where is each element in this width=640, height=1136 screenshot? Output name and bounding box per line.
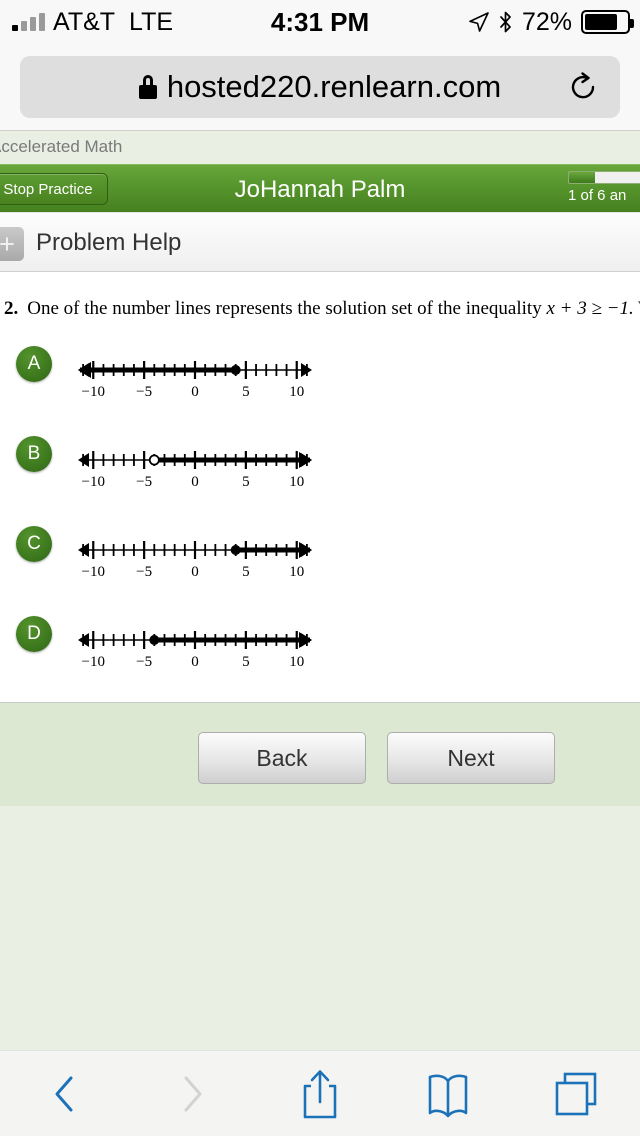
question-content-area: 2. One of the number lines represents the… bbox=[0, 272, 640, 702]
app-header-bar: Stop Practice JoHannah Palm 1 of 6 an bbox=[0, 164, 640, 212]
page-background-filler bbox=[0, 806, 640, 1050]
iphone-screen: AT&T LTE 4:31 PM 72% hosted220.renlearn.… bbox=[0, 0, 640, 1136]
svg-text:−10: −10 bbox=[82, 564, 105, 580]
svg-text:0: 0 bbox=[191, 384, 199, 400]
browser-back-button[interactable] bbox=[28, 1064, 100, 1124]
next-button[interactable]: Next bbox=[387, 732, 555, 784]
lock-icon bbox=[138, 75, 157, 99]
answer-choice-d[interactable]: D −10 −5 0 5 10 bbox=[0, 616, 640, 696]
battery-icon bbox=[581, 10, 634, 34]
svg-text:−10: −10 bbox=[82, 474, 105, 490]
reload-icon[interactable] bbox=[568, 72, 598, 102]
progress-indicator: 1 of 6 an bbox=[568, 171, 640, 204]
svg-text:−5: −5 bbox=[136, 384, 152, 400]
svg-text:10: 10 bbox=[289, 474, 304, 490]
url-text: hosted220.renlearn.com bbox=[166, 69, 502, 104]
svg-text:−5: −5 bbox=[136, 564, 152, 580]
plus-icon[interactable]: + bbox=[0, 227, 24, 261]
choice-bubble-b[interactable]: B bbox=[16, 436, 52, 472]
number-line-c[interactable]: −10 −5 0 5 10 bbox=[70, 528, 320, 584]
number-line-d[interactable]: −10 −5 0 5 10 bbox=[70, 618, 320, 674]
progress-fill bbox=[569, 172, 596, 183]
ios-status-bar: AT&T LTE 4:31 PM 72% bbox=[0, 0, 640, 44]
question-text: 2. One of the number lines represents the… bbox=[0, 298, 640, 320]
browser-forward-button bbox=[156, 1064, 228, 1124]
location-arrow-icon bbox=[469, 12, 489, 32]
svg-text:0: 0 bbox=[191, 474, 199, 490]
svg-text:−5: −5 bbox=[136, 654, 152, 670]
svg-text:5: 5 bbox=[242, 384, 250, 400]
svg-text:10: 10 bbox=[289, 384, 304, 400]
progress-track bbox=[568, 171, 640, 184]
choice-bubble-c[interactable]: C bbox=[16, 526, 52, 562]
svg-text:−10: −10 bbox=[82, 654, 105, 670]
choice-bubble-d[interactable]: D bbox=[16, 616, 52, 652]
tabs-icon[interactable] bbox=[540, 1064, 612, 1124]
problem-help-label: Problem Help bbox=[36, 229, 182, 256]
status-bar-right: 72% bbox=[469, 7, 634, 37]
problem-help-bar[interactable]: + Problem Help bbox=[0, 212, 640, 272]
svg-text:−5: −5 bbox=[136, 474, 152, 490]
answer-choice-a[interactable]: A −10 −5 0 5 10 bbox=[0, 346, 640, 426]
safari-url-bar-area: hosted220.renlearn.com bbox=[0, 44, 640, 130]
app-name-strip: Accelerated Math bbox=[0, 130, 640, 164]
svg-text:10: 10 bbox=[289, 564, 304, 580]
svg-text:5: 5 bbox=[242, 654, 250, 670]
answer-choice-c[interactable]: C −10 −5 0 5 10 bbox=[0, 526, 640, 606]
app-name-label: Accelerated Math bbox=[0, 137, 123, 156]
student-name-label: JoHannah Palm bbox=[234, 176, 406, 203]
bluetooth-icon bbox=[498, 11, 513, 33]
svg-text:−10: −10 bbox=[82, 384, 105, 400]
inequality-expression: x + 3 ≥ −1. bbox=[546, 298, 634, 319]
url-field[interactable]: hosted220.renlearn.com bbox=[20, 56, 620, 118]
answer-choice-b[interactable]: B −10 −5 0 5 10 bbox=[0, 436, 640, 516]
svg-text:10: 10 bbox=[289, 654, 304, 670]
progress-label: 1 of 6 an bbox=[568, 187, 627, 204]
battery-percent-label: 72% bbox=[521, 7, 572, 36]
back-button[interactable]: Back bbox=[198, 732, 366, 784]
svg-text:0: 0 bbox=[191, 564, 199, 580]
safari-bottom-toolbar bbox=[0, 1050, 640, 1136]
svg-text:5: 5 bbox=[242, 474, 250, 490]
number-line-b[interactable]: −10 −5 0 5 10 bbox=[70, 438, 320, 494]
share-icon[interactable] bbox=[284, 1064, 356, 1124]
bookmarks-book-icon[interactable] bbox=[412, 1064, 484, 1124]
svg-text:5: 5 bbox=[242, 564, 250, 580]
number-line-a[interactable]: −10 −5 0 5 10 bbox=[70, 348, 320, 404]
choice-bubble-a[interactable]: A bbox=[16, 346, 52, 382]
question-stem-before: One of the number lines represents the s… bbox=[27, 298, 542, 319]
navigation-button-band: Back Next bbox=[0, 702, 640, 806]
question-number: 2. bbox=[4, 298, 19, 319]
svg-text:0: 0 bbox=[191, 654, 199, 670]
